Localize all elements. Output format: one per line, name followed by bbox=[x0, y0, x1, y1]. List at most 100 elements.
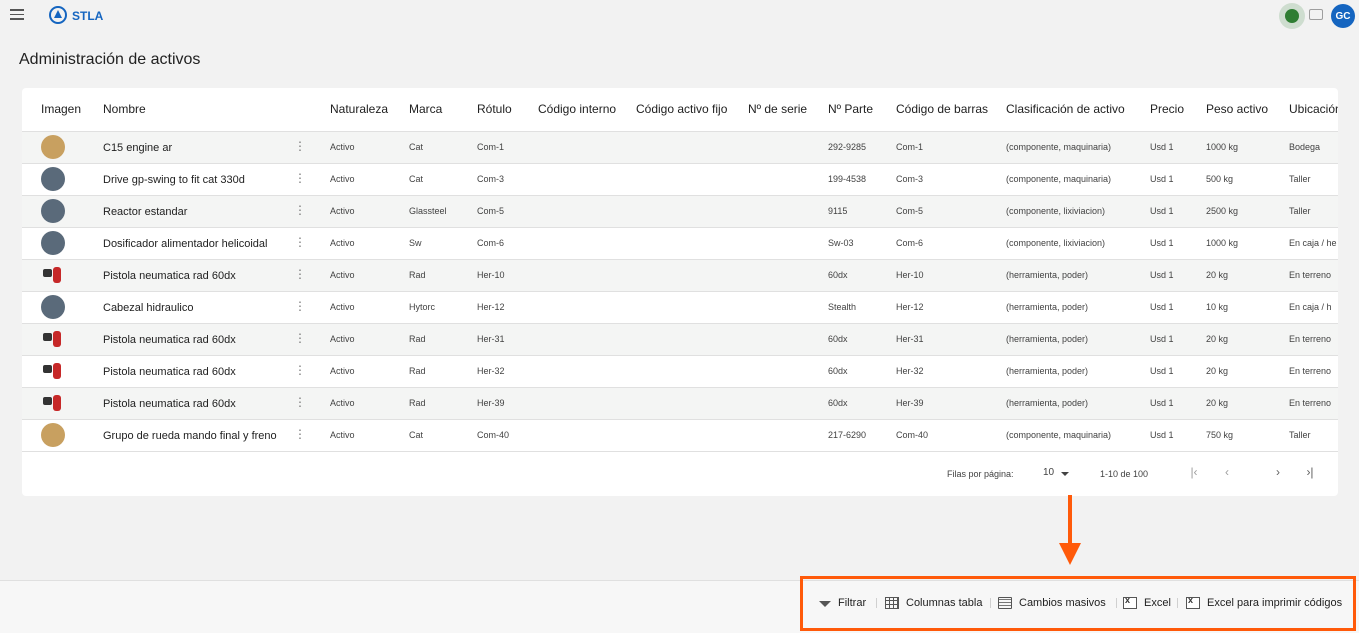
column-header[interactable]: Imagen bbox=[22, 88, 103, 132]
annotation-arrow-head bbox=[1059, 543, 1081, 565]
asset-name-cell: Pistola neumatica rad 60dx ⋮ bbox=[103, 323, 330, 356]
table-row[interactable]: Pistola neumatica rad 60dx ⋮ Activo Rad Her-… bbox=[22, 259, 1338, 292]
table-row[interactable]: Pistola neumatica rad 60dx ⋮ Activo Rad Her-… bbox=[22, 355, 1338, 388]
cell-naturaleza: Activo bbox=[330, 163, 409, 196]
column-header[interactable]: Código interno bbox=[538, 88, 636, 132]
column-header[interactable]: Naturaleza bbox=[330, 88, 409, 132]
cell-marca: Cat bbox=[409, 131, 477, 164]
table-row[interactable]: Grupo de rueda mando final y freno ⋮ Activ… bbox=[22, 419, 1338, 452]
cell-ubicacion: En terreno bbox=[1289, 355, 1338, 388]
previous-page-icon[interactable]: ‹ bbox=[1218, 463, 1236, 481]
cell-codigo-interno bbox=[538, 387, 636, 420]
more-vert-icon[interactable]: ⋮ bbox=[294, 140, 306, 152]
column-header[interactable]: Marca bbox=[409, 88, 477, 132]
more-vert-icon[interactable]: ⋮ bbox=[294, 332, 306, 344]
table-row[interactable]: C15 engine ar ⋮ Activo Cat Com-1 292-9285 Com-… bbox=[22, 131, 1338, 164]
table-row[interactable]: Dosificador alimentador helicoidal ⋮ Activ… bbox=[22, 227, 1338, 260]
cell-clasificacion: (herramienta, poder) bbox=[1006, 355, 1150, 388]
more-vert-icon[interactable]: ⋮ bbox=[294, 204, 306, 216]
asset-name: Grupo de rueda mando final y freno bbox=[103, 429, 277, 442]
brand-name: STLA bbox=[72, 9, 104, 23]
menu-icon[interactable] bbox=[10, 9, 24, 21]
cell-ubicacion: En terreno bbox=[1289, 259, 1338, 292]
cell-precio: Usd 1 bbox=[1150, 163, 1206, 196]
column-header[interactable]: Peso activo bbox=[1206, 88, 1289, 132]
cell-barras: Her-31 bbox=[896, 323, 1006, 356]
column-header[interactable]: Rótulo bbox=[477, 88, 538, 132]
cell-ubicacion: Taller bbox=[1289, 419, 1338, 452]
assets-table-card: Imagen Nombre Naturaleza Marca Rótulo Código … bbox=[22, 88, 1338, 496]
cell-codigo-interno bbox=[538, 259, 636, 292]
cell-codigo-activo-fijo bbox=[636, 323, 748, 356]
dosificador-thumb bbox=[41, 231, 65, 255]
more-vert-icon[interactable]: ⋮ bbox=[294, 428, 306, 440]
cell-parte: 199-4538 bbox=[828, 163, 896, 196]
cell-barras: Com-40 bbox=[896, 419, 1006, 452]
cell-codigo-interno bbox=[538, 131, 636, 164]
cell-clasificacion: (herramienta, poder) bbox=[1006, 291, 1150, 324]
cell-clasificacion: (componente, maquinaria) bbox=[1006, 131, 1150, 164]
image-cell bbox=[22, 163, 103, 196]
cell-peso: 2500 kg bbox=[1206, 195, 1289, 228]
chevron-down-icon[interactable] bbox=[1061, 472, 1069, 476]
asset-name: Cabezal hidraulico bbox=[103, 301, 194, 314]
last-page-icon[interactable]: ›| bbox=[1301, 463, 1319, 481]
column-header[interactable]: Ubicación bbox=[1289, 88, 1338, 132]
engine-thumb bbox=[41, 135, 65, 159]
cell-rotulo: Com-5 bbox=[477, 195, 538, 228]
cell-precio: Usd 1 bbox=[1150, 227, 1206, 260]
table-row[interactable]: Cabezal hidraulico ⋮ Activo Hytorc Her-12 Ste… bbox=[22, 291, 1338, 324]
cell-marca: Rad bbox=[409, 259, 477, 292]
asset-name-cell: Pistola neumatica rad 60dx ⋮ bbox=[103, 387, 330, 420]
chat-icon[interactable] bbox=[1309, 9, 1323, 20]
column-header[interactable]: Código activo fijo bbox=[636, 88, 748, 132]
cell-peso: 20 kg bbox=[1206, 387, 1289, 420]
table-row[interactable]: Reactor estandar ⋮ Activo Glassteel Com-5 911… bbox=[22, 195, 1338, 228]
cell-rotulo: Her-12 bbox=[477, 291, 538, 324]
more-vert-icon[interactable]: ⋮ bbox=[294, 268, 306, 280]
column-header[interactable]: Nº de serie bbox=[748, 88, 828, 132]
column-header[interactable]: Nombre bbox=[103, 88, 330, 132]
table-row[interactable]: Drive gp-swing to fit cat 330d ⋮ Activo Cat… bbox=[22, 163, 1338, 196]
user-avatar[interactable]: GC bbox=[1331, 4, 1355, 28]
annotation-highlight-box bbox=[800, 576, 1356, 631]
next-page-icon[interactable]: › bbox=[1269, 463, 1287, 481]
rows-per-page-label: Filas por página: bbox=[947, 469, 1014, 479]
column-header[interactable]: Código de barras bbox=[896, 88, 1006, 132]
table-row[interactable]: Pistola neumatica rad 60dx ⋮ Activo Rad Her-… bbox=[22, 323, 1338, 356]
more-vert-icon[interactable]: ⋮ bbox=[294, 172, 306, 184]
more-vert-icon[interactable]: ⋮ bbox=[294, 396, 306, 408]
column-header[interactable]: Nº Parte bbox=[828, 88, 896, 132]
cell-precio: Usd 1 bbox=[1150, 323, 1206, 356]
cell-precio: Usd 1 bbox=[1150, 387, 1206, 420]
more-vert-icon[interactable]: ⋮ bbox=[294, 300, 306, 312]
cell-barras: Her-32 bbox=[896, 355, 1006, 388]
asset-name: Drive gp-swing to fit cat 330d bbox=[103, 173, 245, 186]
cell-peso: 20 kg bbox=[1206, 323, 1289, 356]
cell-marca: Rad bbox=[409, 355, 477, 388]
stla-logo-icon bbox=[49, 6, 67, 24]
cell-codigo-activo-fijo bbox=[636, 227, 748, 260]
column-header[interactable]: Clasificación de activo bbox=[1006, 88, 1150, 132]
image-cell bbox=[22, 355, 103, 388]
more-vert-icon[interactable]: ⋮ bbox=[294, 364, 306, 376]
cell-naturaleza: Activo bbox=[330, 227, 409, 260]
cell-parte: 9115 bbox=[828, 195, 896, 228]
column-header[interactable]: Precio bbox=[1150, 88, 1206, 132]
cell-marca: Hytorc bbox=[409, 291, 477, 324]
more-vert-icon[interactable]: ⋮ bbox=[294, 236, 306, 248]
pagination: Filas por página: 10 1-10 de 100 |‹ ‹ › … bbox=[22, 450, 1338, 496]
cell-codigo-activo-fijo bbox=[636, 195, 748, 228]
cell-parte: 60dx bbox=[828, 355, 896, 388]
cell-barras: Com-5 bbox=[896, 195, 1006, 228]
cell-codigo-activo-fijo bbox=[636, 131, 748, 164]
cell-barras: Com-3 bbox=[896, 163, 1006, 196]
cell-parte: 60dx bbox=[828, 387, 896, 420]
table-row[interactable]: Pistola neumatica rad 60dx ⋮ Activo Rad Her-… bbox=[22, 387, 1338, 420]
first-page-icon[interactable]: |‹ bbox=[1185, 463, 1203, 481]
rows-per-page-select[interactable]: 10 bbox=[1043, 467, 1054, 478]
image-cell bbox=[22, 259, 103, 292]
cell-ubicacion: En caja / h bbox=[1289, 291, 1338, 324]
online-status-icon bbox=[1279, 3, 1305, 29]
cell-precio: Usd 1 bbox=[1150, 195, 1206, 228]
